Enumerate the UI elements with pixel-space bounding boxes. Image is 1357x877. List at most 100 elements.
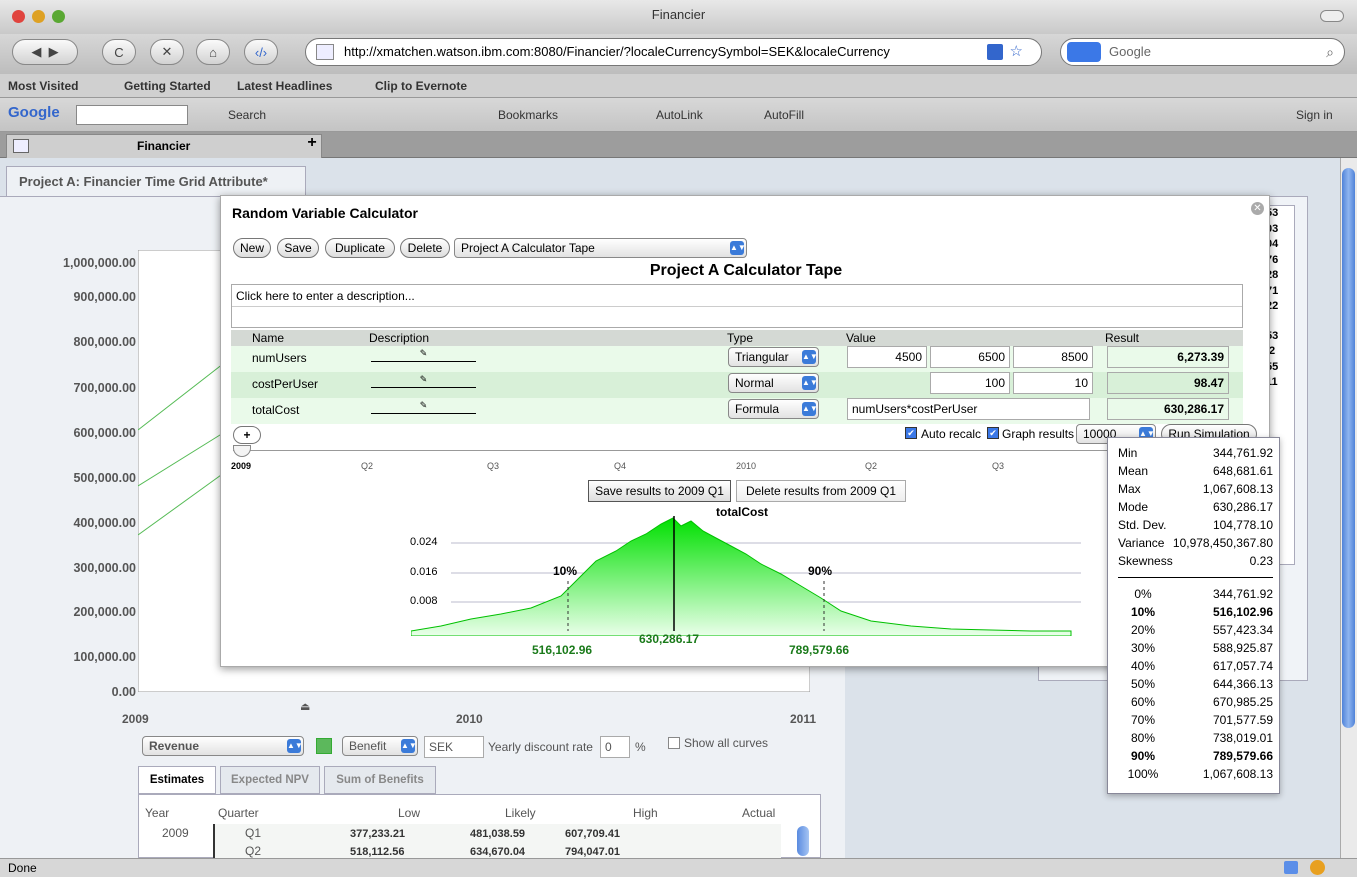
rss-icon[interactable] xyxy=(987,44,1003,60)
bookmark-clip-to-evernote[interactable]: Clip to Evernote xyxy=(375,79,467,93)
variable-name[interactable]: totalCost xyxy=(252,403,299,417)
search-icon[interactable]: ⌕ xyxy=(1326,39,1334,65)
back-icon[interactable]: ◀ xyxy=(31,44,41,60)
value-input-3[interactable]: 10 xyxy=(1013,372,1093,394)
google-search-input[interactable] xyxy=(76,105,188,125)
description-box[interactable]: Click here to enter a description... xyxy=(231,284,1243,328)
x-tick: 2009 xyxy=(122,712,149,726)
percentile-label: 100% xyxy=(1127,767,1159,781)
monkey-icon[interactable] xyxy=(1310,860,1325,875)
x-tick: 2010 xyxy=(456,712,483,726)
tape-select-value: Project A Calculator Tape xyxy=(461,241,595,255)
google-logo: Google xyxy=(8,104,60,121)
bookmark-latest-headlines[interactable]: Latest Headlines xyxy=(237,79,332,93)
extension-button[interactable]: ‹/› xyxy=(244,39,278,65)
timeline-tick: Q3 xyxy=(487,461,500,471)
save-button[interactable]: Save xyxy=(277,238,319,258)
col-quarter: Quarter xyxy=(218,806,259,820)
table-cell[interactable]: 607,709.41 xyxy=(565,828,620,840)
delete-results-button[interactable]: Delete results from 2009 Q1 xyxy=(736,480,906,502)
back-forward-buttons[interactable]: ◀ ▶ xyxy=(12,39,78,65)
edit-description-icon[interactable]: ✎ xyxy=(371,400,476,414)
formula-input[interactable]: numUsers*costPerUser xyxy=(847,398,1090,420)
variable-name[interactable]: numUsers xyxy=(252,351,307,365)
y-tick: 100,000.00 xyxy=(73,650,136,664)
benefit-select[interactable]: Benefit ▲▼ xyxy=(342,736,418,756)
dialog-title: Random Variable Calculator xyxy=(232,205,418,221)
type-select[interactable]: Normal ▲▼ xyxy=(728,373,819,393)
table-cell[interactable]: 377,233.21 xyxy=(350,828,405,840)
home-button[interactable]: ⌂ xyxy=(196,39,230,65)
web-search-field[interactable]: Google ⌕ xyxy=(1060,38,1345,66)
autolink-button[interactable]: AutoLink xyxy=(656,108,703,122)
graph-results-checkbox[interactable]: ✔ xyxy=(987,427,999,439)
y-tick: 0.008 xyxy=(410,595,438,607)
page-scrollbar-thumb[interactable] xyxy=(1342,168,1355,728)
google-bookmarks-button[interactable]: Bookmarks xyxy=(498,108,558,122)
auto-recalc-label: Auto recalc xyxy=(921,427,982,441)
delete-button[interactable]: Delete xyxy=(400,238,450,258)
mail-icon[interactable] xyxy=(1284,861,1298,874)
timeline-slider-handle[interactable] xyxy=(233,445,251,457)
sign-in-button[interactable]: Sign in xyxy=(1296,108,1333,122)
url-bar[interactable]: http://xmatchen.watson.ibm.com:8080/Fina… xyxy=(305,38,1042,66)
tab-estimates[interactable]: Estimates xyxy=(138,766,216,794)
bookmark-star-icon[interactable]: ☆ xyxy=(1010,39,1023,65)
stat-row: Min 344,761.92 xyxy=(1118,446,1273,463)
bookmark-most-visited[interactable]: Most Visited xyxy=(8,79,78,93)
add-variable-button[interactable]: + xyxy=(233,426,261,444)
reload-button[interactable]: C xyxy=(102,39,136,65)
stat-label: Std. Dev. xyxy=(1118,518,1167,532)
bookmark-getting-started[interactable]: Getting Started xyxy=(124,79,211,93)
metric-select[interactable]: Revenue ▲▼ xyxy=(142,736,304,756)
tab-sum-of-benefits[interactable]: Sum of Benefits xyxy=(324,766,436,794)
duplicate-button[interactable]: Duplicate xyxy=(325,238,395,258)
table-cell[interactable]: 634,670.04 xyxy=(470,846,525,858)
series-color-swatch[interactable] xyxy=(316,738,332,754)
table-scrollbar[interactable] xyxy=(797,826,809,856)
table-cell[interactable]: Q2 xyxy=(245,844,261,858)
google-search-button[interactable]: Search xyxy=(228,108,266,122)
tab-expected-npv[interactable]: Expected NPV xyxy=(220,766,320,794)
toolbar-toggle-button[interactable] xyxy=(1320,10,1344,22)
new-tab-button[interactable]: + xyxy=(300,134,324,156)
stop-button[interactable]: ✕ xyxy=(150,39,184,65)
value-input-1[interactable]: 4500 xyxy=(847,346,927,368)
discount-rate-input[interactable]: 0 xyxy=(600,736,630,758)
currency-input[interactable]: SEK xyxy=(424,736,484,758)
side-number: 53 xyxy=(1266,329,1279,342)
project-tab[interactable]: Project A: Financier Time Grid Attribute… xyxy=(6,166,306,196)
tape-select[interactable]: Project A Calculator Tape ▲▼ xyxy=(454,238,747,258)
forward-icon[interactable]: ▶ xyxy=(49,44,59,60)
type-select-value: Normal xyxy=(735,376,774,390)
percentile-value: 670,985.25 xyxy=(1212,695,1273,709)
col-value: Value xyxy=(846,331,876,345)
autofill-button[interactable]: AutoFill xyxy=(764,108,804,122)
variable-name[interactable]: costPerUser xyxy=(252,377,318,391)
y-tick: 0.00 xyxy=(111,685,136,699)
stat-label: Variance xyxy=(1118,536,1165,550)
close-icon[interactable]: ✕ xyxy=(1251,202,1264,215)
table-cell[interactable]: Q1 xyxy=(245,826,261,840)
table-cell[interactable]: 518,112.56 xyxy=(350,846,404,858)
google-engine-icon[interactable] xyxy=(1067,42,1101,62)
value-input-2[interactable]: 100 xyxy=(930,372,1010,394)
time-handle-icon[interactable]: ⏏ xyxy=(300,700,310,713)
type-select[interactable]: Formula ▲▼ xyxy=(728,399,819,419)
value-input-3[interactable]: 8500 xyxy=(1013,346,1093,368)
save-results-button[interactable]: Save results to 2009 Q1 xyxy=(588,480,731,502)
chevron-down-icon: ▲▼ xyxy=(802,376,818,390)
table-cell[interactable]: 481,038.59 xyxy=(470,828,525,840)
value-input-2[interactable]: 6500 xyxy=(930,346,1010,368)
new-button[interactable]: New xyxy=(233,238,271,258)
edit-description-icon[interactable]: ✎ xyxy=(371,374,476,388)
edit-description-icon[interactable]: ✎ xyxy=(371,348,476,362)
show-all-curves-checkbox[interactable] xyxy=(668,737,680,749)
auto-recalc-checkbox[interactable]: ✔ xyxy=(905,427,917,439)
type-select[interactable]: Triangular ▲▼ xyxy=(728,347,819,367)
tab-financier[interactable]: Financier xyxy=(6,134,322,158)
stat-row: Skewness 0.23 xyxy=(1118,554,1273,571)
p90-value: 789,579.66 xyxy=(789,643,850,657)
percentile-value: 588,925.87 xyxy=(1212,641,1273,655)
table-cell[interactable]: 794,047.01 xyxy=(565,846,620,858)
